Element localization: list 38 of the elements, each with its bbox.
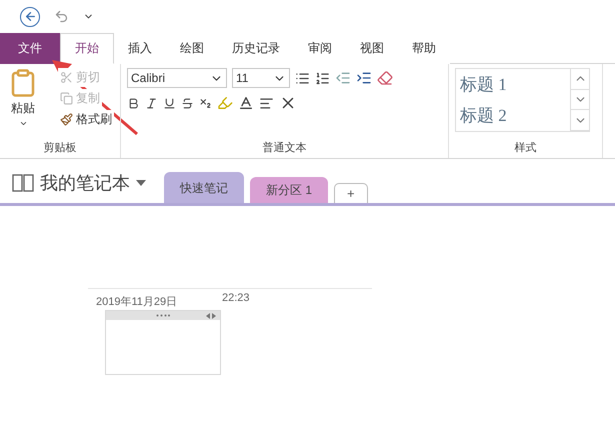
underline-icon[interactable] bbox=[163, 96, 176, 110]
drag-handle-icon bbox=[156, 314, 170, 317]
style-item[interactable]: 标题 1 bbox=[460, 73, 570, 96]
group-label: 普通文本 bbox=[262, 140, 308, 156]
bold-icon[interactable] bbox=[127, 96, 140, 110]
eraser-icon[interactable] bbox=[377, 70, 393, 86]
group-label: 样式 bbox=[514, 141, 538, 156]
back-button[interactable] bbox=[20, 6, 40, 26]
caret-icon bbox=[18, 119, 28, 128]
brush-icon bbox=[60, 113, 73, 126]
italic-icon[interactable] bbox=[145, 96, 158, 110]
back-arrow-icon bbox=[24, 10, 36, 23]
notebook-icon bbox=[12, 174, 34, 192]
scissors-icon bbox=[60, 71, 73, 84]
add-section-tab[interactable]: + bbox=[334, 183, 368, 203]
resize-icon bbox=[206, 312, 216, 318]
caret-icon bbox=[136, 180, 146, 186]
numbered-list-icon[interactable] bbox=[315, 70, 330, 86]
increase-indent-icon[interactable] bbox=[356, 70, 372, 86]
align-icon[interactable] bbox=[259, 96, 274, 110]
style-item[interactable]: 标题 2 bbox=[460, 104, 570, 127]
page-date: 2019年11月29日 bbox=[96, 295, 178, 309]
undo-icon[interactable] bbox=[54, 9, 69, 24]
ribbon-tab[interactable]: 开始 bbox=[60, 33, 114, 64]
subscript-icon[interactable] bbox=[199, 96, 212, 110]
paste-button[interactable]: 粘贴 bbox=[6, 68, 40, 140]
copy-icon bbox=[60, 92, 73, 105]
notebook-dropdown[interactable]: 我的笔记本 bbox=[12, 171, 158, 203]
bullet-list-icon[interactable] bbox=[295, 70, 310, 86]
page-time: 22:23 bbox=[222, 292, 250, 304]
font-field[interactable]: Calibri bbox=[127, 68, 227, 88]
strikethrough-icon[interactable] bbox=[181, 96, 194, 110]
font-color-icon[interactable] bbox=[238, 95, 254, 111]
group-label: 剪贴板 bbox=[42, 140, 78, 156]
font-size-field[interactable]: 11 bbox=[232, 68, 290, 88]
file-tab[interactable]: 文件 bbox=[0, 33, 60, 64]
section-tab[interactable]: 新分区 1 bbox=[250, 177, 328, 203]
section-tab[interactable]: 快速笔记 bbox=[164, 172, 244, 203]
